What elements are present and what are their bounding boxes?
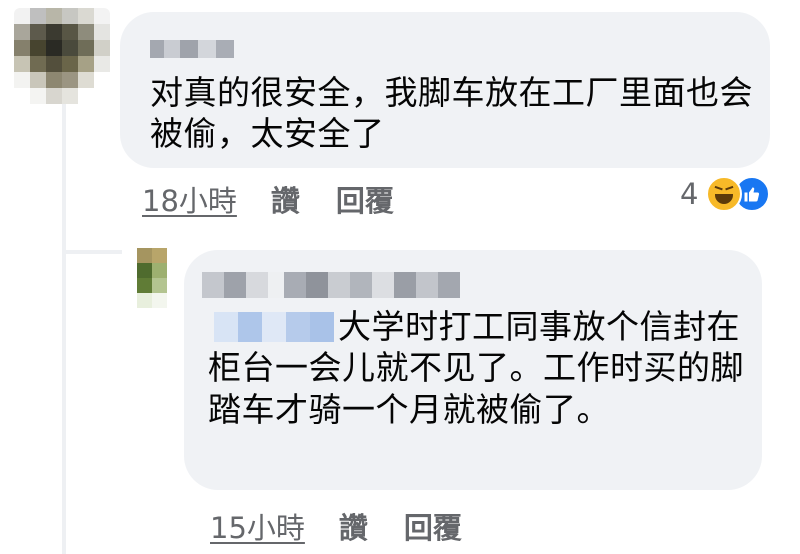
haha-icon xyxy=(706,176,743,212)
commenter-name[interactable] xyxy=(150,34,234,58)
comment-text: 对真的很安全，我脚车放在工厂里面也会被偷，太安全了 xyxy=(150,73,753,154)
reply-button[interactable]: 回覆 xyxy=(336,178,394,220)
comment-actions: 18小時 讚 回覆 xyxy=(142,178,430,220)
reply-thread-branch xyxy=(62,250,124,254)
commenter-avatar[interactable] xyxy=(14,8,110,104)
reply-actions: 15小時 讚 回覆 xyxy=(210,505,498,547)
comment-bubble: 对真的很安全，我脚车放在工厂里面也会被偷，太安全了 xyxy=(120,12,770,168)
reaction-summary[interactable]: 4 xyxy=(680,176,771,212)
reply-like-button[interactable]: 讚 xyxy=(339,505,368,547)
reply-author-name[interactable] xyxy=(202,266,460,298)
comment-timestamp[interactable]: 18小時 xyxy=(142,178,237,220)
reply-reply-button[interactable]: 回覆 xyxy=(404,505,462,547)
reply-avatar[interactable] xyxy=(122,248,182,308)
reply-bubble: 大学时打工同事放个信封在柜台一会儿就不见了。工作时买的脚踏车才骑一个月就被偷了。 xyxy=(184,250,762,490)
reply-thread-line xyxy=(62,100,66,554)
like-button[interactable]: 讚 xyxy=(271,178,300,220)
reply-text: 大学时打工同事放个信封在柜台一会儿就不见了。工作时买的脚踏车才骑一个月就被偷了。 xyxy=(208,307,744,429)
reaction-count: 4 xyxy=(680,177,699,211)
reply-timestamp[interactable]: 15小時 xyxy=(210,505,305,547)
